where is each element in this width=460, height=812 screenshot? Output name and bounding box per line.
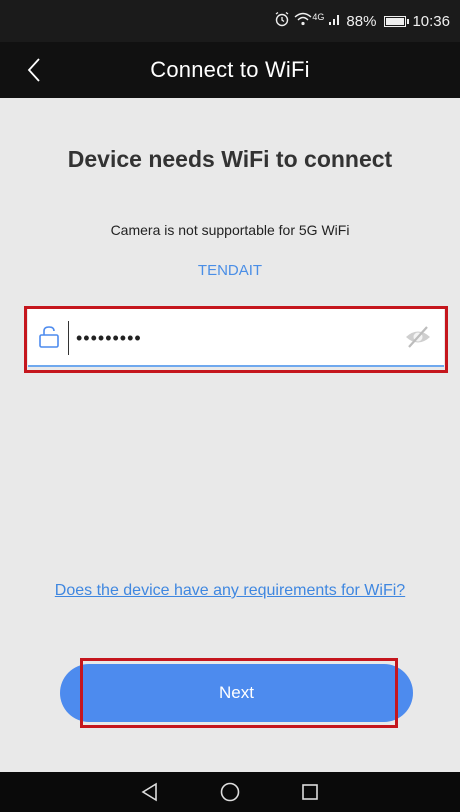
next-button[interactable]: Next: [60, 664, 413, 722]
chevron-left-icon: [27, 58, 40, 82]
square-recents-icon[interactable]: [295, 777, 325, 807]
alarm-clock-icon: [274, 11, 290, 31]
title-bar: Connect to WiFi: [0, 42, 460, 98]
5g-warning-note: Camera is not supportable for 5G WiFi: [110, 222, 350, 238]
system-nav-bar: [0, 772, 460, 812]
signal-label: 4G: [312, 12, 325, 22]
circle-home-icon[interactable]: [215, 777, 245, 807]
back-button[interactable]: [14, 50, 54, 90]
wifi-ssid[interactable]: TENDAIT: [0, 262, 460, 279]
wifi-requirements-link[interactable]: Does the device have any requirements fo…: [0, 582, 460, 600]
signal-bars-icon: [328, 12, 342, 30]
instruction-heading: Device needs WiFi to connect: [67, 146, 393, 172]
page-title: Connect to WiFi: [150, 57, 310, 82]
battery-percent: 88%: [346, 12, 377, 30]
clock-time: 10:36: [412, 12, 450, 30]
triangle-back-icon[interactable]: [135, 777, 165, 807]
battery-icon: [384, 15, 410, 27]
wifi-icon: [294, 12, 312, 30]
password-highlight-box: [24, 306, 448, 373]
status-bar: 4G 88% 10:36: [0, 0, 460, 42]
